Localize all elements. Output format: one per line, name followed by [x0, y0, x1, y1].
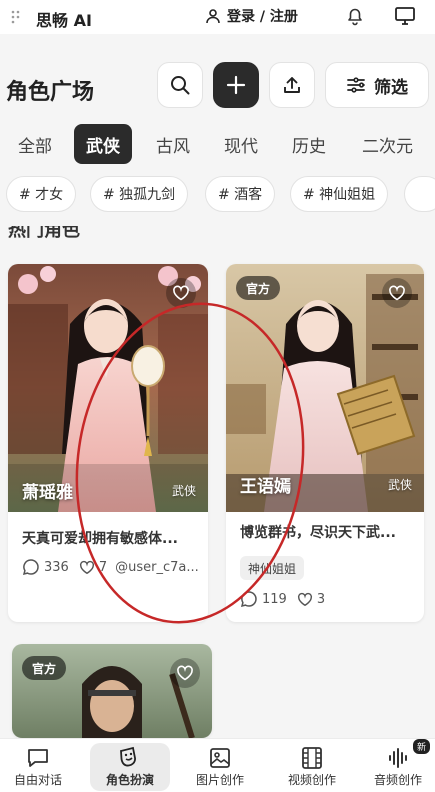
nav-label: 图片创作	[195, 773, 244, 787]
heart-icon	[177, 665, 193, 681]
plus-icon	[226, 75, 246, 95]
tag-row: # 才女 # 独孤九剑 # 酒客 # 神仙姐姐	[0, 176, 435, 212]
image-icon	[210, 748, 230, 768]
character-card[interactable]: 官方	[12, 644, 212, 738]
login-label: 登录 / 注册	[227, 9, 298, 25]
tab-gufeng[interactable]: 古风	[144, 124, 202, 164]
tag-chip[interactable]: # 酒客	[205, 176, 276, 212]
character-name: 萧瑶雅	[22, 483, 73, 503]
tab-all[interactable]: 全部	[6, 124, 64, 164]
login-button[interactable]: 登录 / 注册	[205, 6, 298, 26]
nav-label: 角色扮演	[105, 773, 154, 787]
favorite-button[interactable]	[170, 658, 200, 688]
audio-icon	[389, 748, 407, 768]
logo-icon	[11, 10, 20, 24]
filter-button[interactable]: 筛选	[325, 62, 429, 108]
character-description: 博览群书，尽识天下武...	[240, 525, 396, 541]
tag-chip-overflow[interactable]	[404, 176, 435, 212]
chat-icon	[28, 749, 48, 767]
category-tabs: 全部 武侠 古风 现代 历史 二次元	[0, 124, 435, 166]
favorite-button[interactable]	[382, 278, 412, 308]
film-icon	[302, 747, 322, 769]
user-icon	[206, 9, 220, 24]
tag-chip[interactable]: # 独孤九剑	[90, 176, 189, 212]
tab-anime[interactable]: 二次元	[350, 124, 425, 164]
upload-button[interactable]	[269, 62, 315, 108]
character-card[interactable]: 萧瑶雅 武侠 天真可爱却拥有敏感体... 336 7 @user_c7a...	[8, 264, 208, 622]
tab-history[interactable]: 历史	[280, 124, 338, 164]
upload-icon	[284, 77, 300, 93]
top-bar: 思畅 AI 登录 / 注册	[0, 0, 435, 34]
bottom-nav: 自由对话 角色扮演 图片创作 视频创作 新 音频创作	[0, 738, 435, 792]
character-name: 王语嫣	[240, 477, 291, 497]
comment-icon	[240, 591, 257, 608]
comment-icon	[22, 559, 39, 576]
card-stats: 336 7 @user_c7a...	[22, 558, 199, 576]
character-tag[interactable]: 神仙姐姐	[240, 556, 305, 580]
nav-audio-create[interactable]: 新 音频创作	[358, 739, 435, 791]
author-handle[interactable]: @user_c7a...	[115, 560, 199, 575]
filter-label: 筛选	[374, 77, 408, 98]
nav-image-create[interactable]: 图片创作	[180, 743, 260, 791]
tag-chip[interactable]: # 神仙姐姐	[290, 176, 389, 212]
like-count: 7	[98, 559, 108, 575]
section-title: 热门角色	[8, 226, 80, 240]
official-badge: 官方	[22, 656, 67, 680]
nav-label: 音频创作	[373, 773, 422, 787]
nav-video-create[interactable]: 视频创作	[272, 743, 352, 791]
nav-label: 自由对话	[13, 773, 62, 787]
heart-icon	[79, 560, 94, 574]
search-icon	[171, 76, 190, 95]
heart-icon	[297, 592, 312, 606]
like-count: 3	[316, 591, 326, 607]
official-badge: 官方	[236, 276, 281, 300]
comment-count: 119	[262, 591, 287, 607]
bell-icon[interactable]	[345, 6, 365, 26]
new-badge: 新	[412, 739, 430, 754]
character-genre: 武侠	[171, 484, 196, 498]
sliders-icon	[347, 77, 365, 93]
character-genre: 武侠	[387, 478, 412, 492]
comment-count: 336	[44, 559, 69, 575]
mask-icon	[120, 746, 136, 767]
monitor-icon[interactable]	[394, 5, 416, 27]
heart-icon	[389, 285, 405, 301]
app-name: 思畅 AI	[36, 11, 92, 30]
favorite-button[interactable]	[166, 278, 196, 308]
nav-free-chat[interactable]: 自由对话	[0, 743, 78, 791]
character-card[interactable]: 官方 王语嫣 武侠 博览群书，尽识天下武... 神仙姐姐 119 3	[226, 264, 424, 622]
search-button[interactable]	[157, 62, 203, 108]
character-description: 天真可爱却拥有敏感体...	[22, 531, 178, 547]
tab-wuxia[interactable]: 武侠	[74, 124, 132, 164]
nav-roleplay[interactable]: 角色扮演	[90, 743, 170, 791]
tag-chip[interactable]: # 才女	[6, 176, 77, 212]
add-button[interactable]	[213, 62, 259, 108]
page-title: 角色广场	[6, 80, 95, 105]
heart-icon	[173, 285, 189, 301]
nav-label: 视频创作	[287, 773, 336, 787]
card-stats: 119 3	[240, 590, 325, 608]
tab-modern[interactable]: 现代	[212, 124, 270, 164]
